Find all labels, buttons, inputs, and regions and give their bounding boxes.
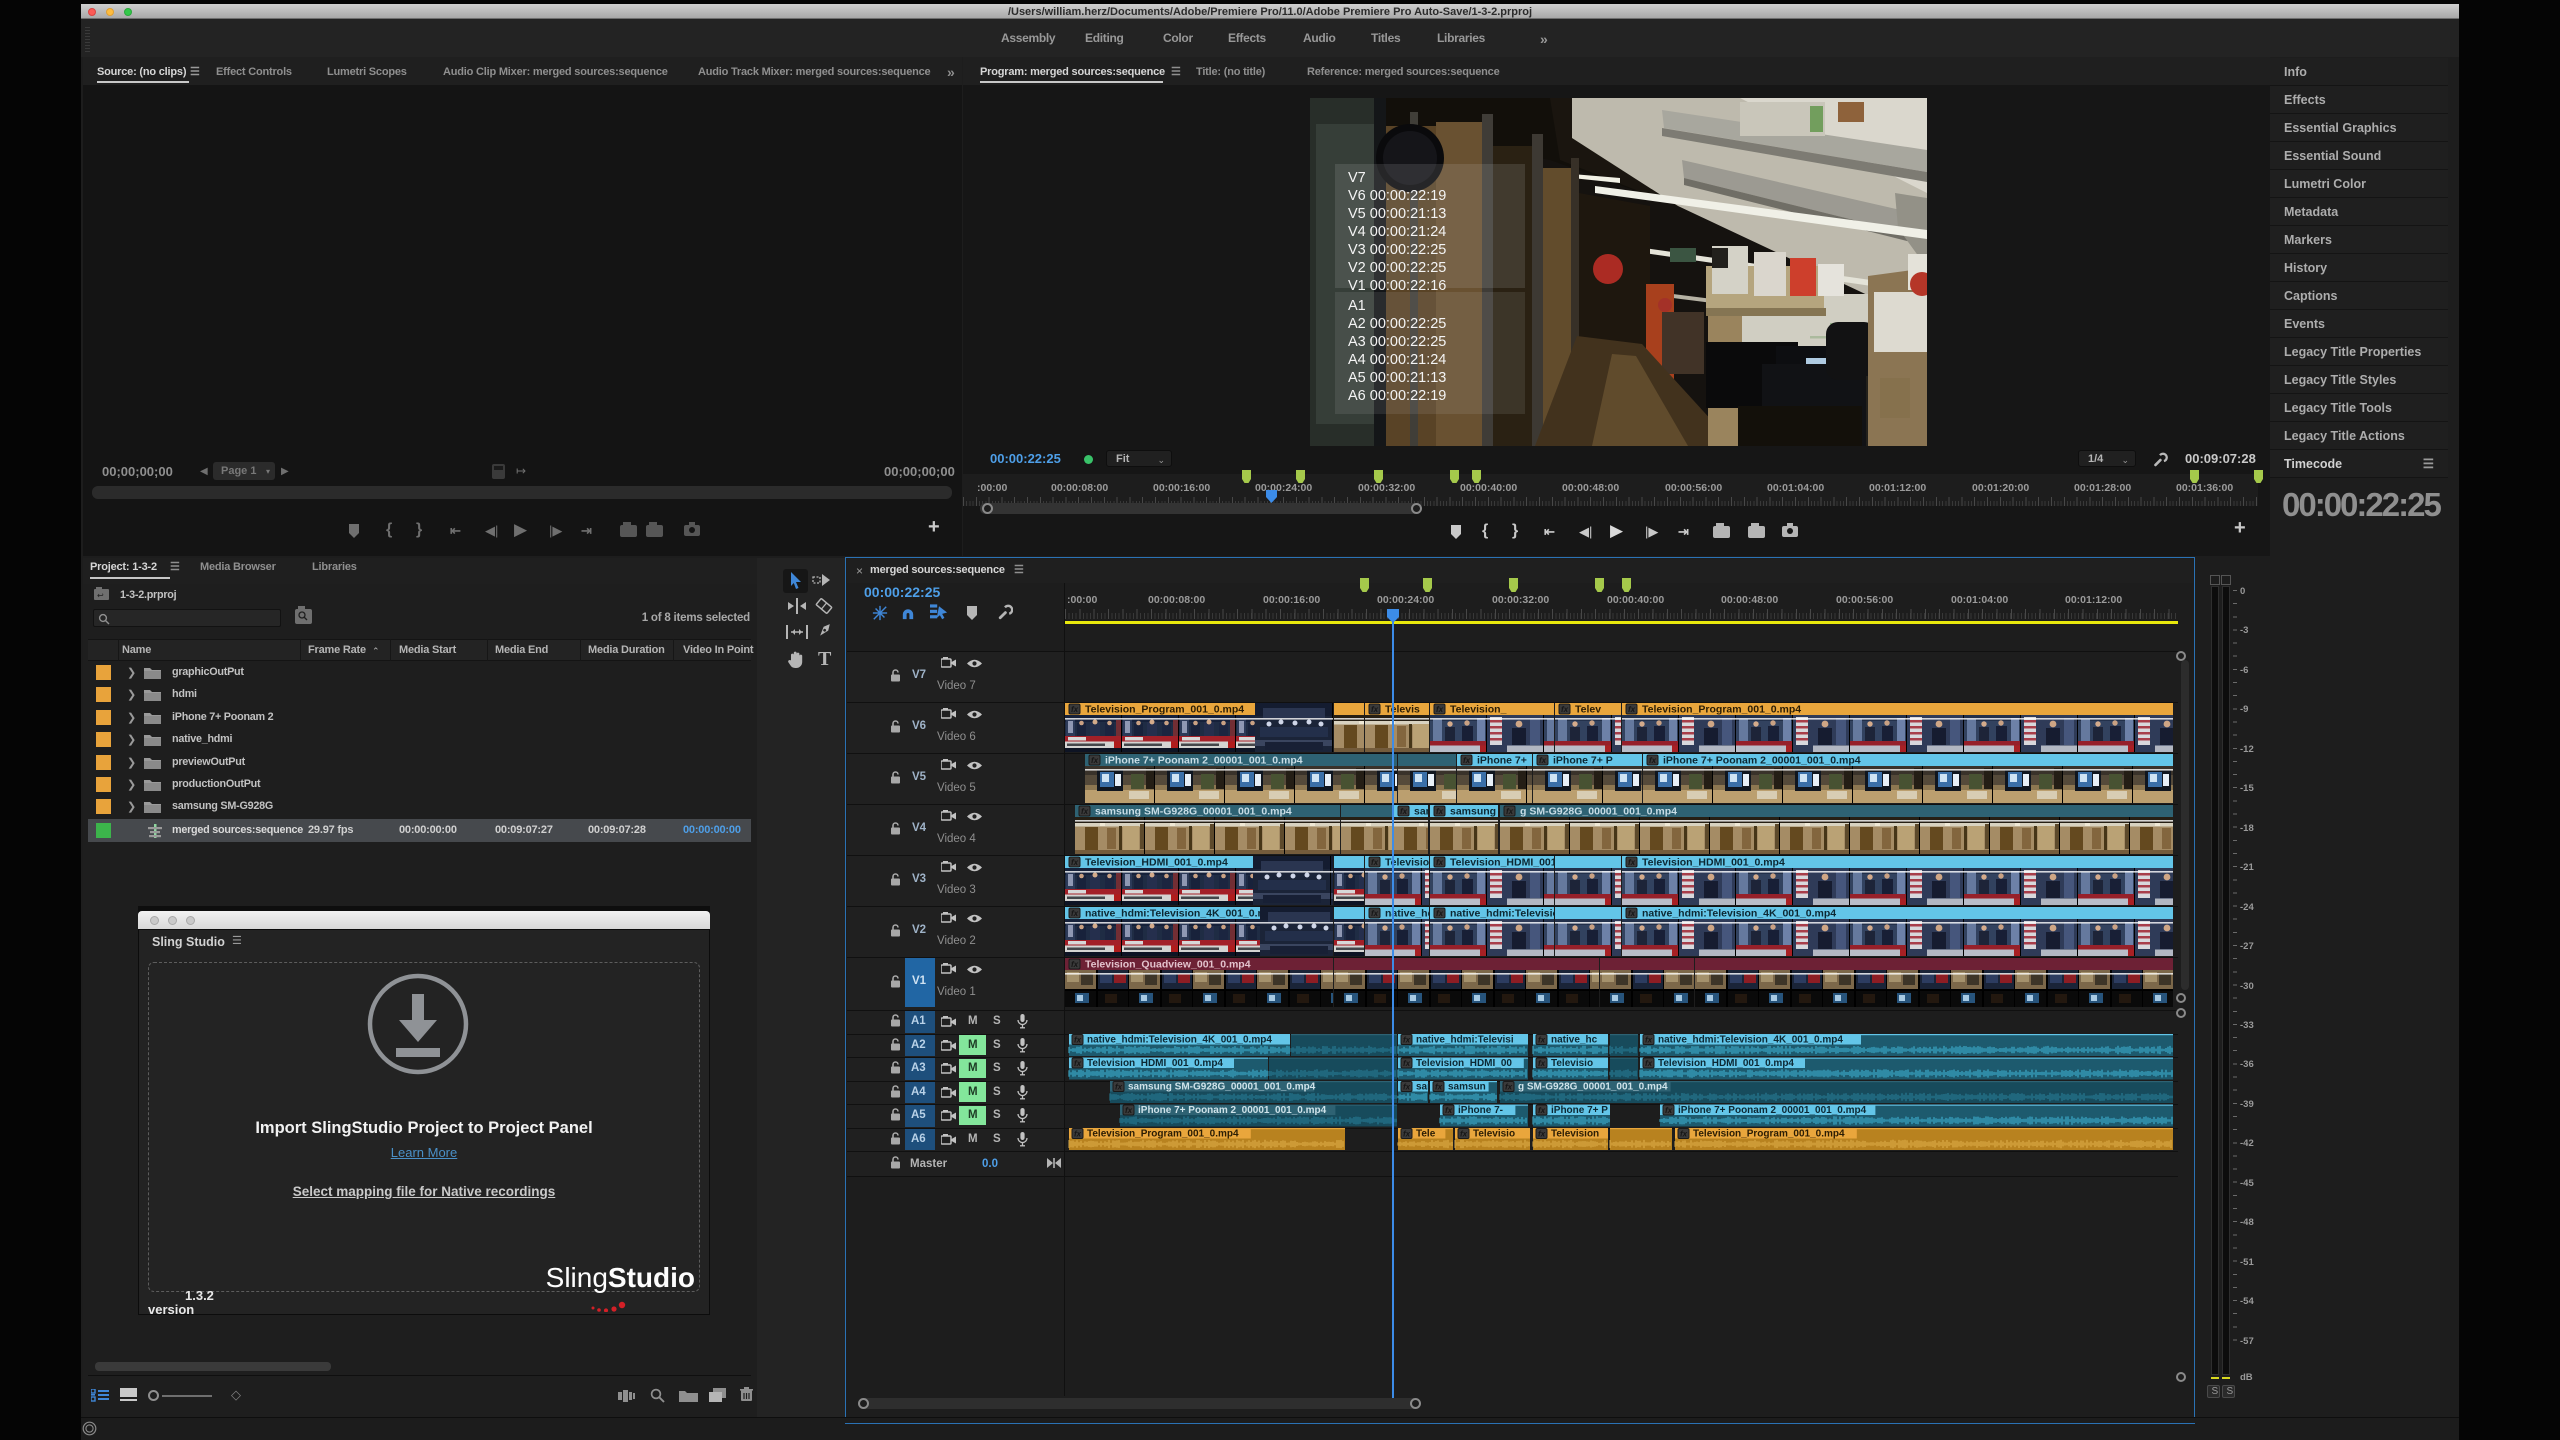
svg-text:Television_Program_001_0.mp4: Television_Program_001_0.mp4 [1642,704,1801,716]
svg-text:fx: fx [1538,1130,1546,1139]
svg-text:fx: fx [1125,1106,1133,1115]
svg-text:fx: fx [1074,1059,1082,1068]
svg-text:fx: fx [1463,756,1471,765]
svg-text:fx: fx [1628,705,1636,714]
svg-text:fx: fx [1403,1036,1411,1045]
svg-text:Television_HDMI_001_0.mp4: Television_HDMI_001_0.mp4 [1085,857,1228,869]
svg-text:native_hdmi:Television_4K_001_: native_hdmi:Television_4K_001_0.mp4 [1658,1035,1843,1046]
svg-text:V3 00:00:22:25: V3 00:00:22:25 [1348,242,1446,258]
svg-text:native_hdmi:Television_4K_001_: native_hdmi:Television_4K_001_0.mp4 [1087,1035,1272,1046]
svg-text:samsung SM-G928G_00001_001_0.m: samsung SM-G928G_00001_001_0.mp4 [1095,806,1292,818]
svg-text:iPhone 7+ Poonam 2_00001_001_0: iPhone 7+ Poonam 2_00001_001_0.mp4 [1678,1105,1867,1116]
svg-text:native_hdmi:Television_4K_001_: native_hdmi:Television_4K_001_0.mp4 [1085,908,1279,920]
svg-text:iPhone 7+ P: iPhone 7+ P [1553,755,1613,767]
svg-text:fx: fx [1400,807,1408,816]
svg-text:iPhone 7+ Poonam 2_00001_001_0: iPhone 7+ Poonam 2_00001_001_0.mp4 [1105,755,1303,767]
svg-text:Telev: Telev [1575,704,1601,716]
svg-text:fx: fx [1371,909,1379,918]
svg-text:A4 00:00:21:24: A4 00:00:21:24 [1348,352,1446,368]
svg-text:fx: fx [1071,705,1079,714]
svg-text:fx: fx [1071,960,1079,969]
svg-text:iPhone 7+ P: iPhone 7+ P [1551,1105,1608,1116]
svg-text:iPhone 7+ Poonam 2_00001_001_0: iPhone 7+ Poonam 2_00001_001_0.mp4 [1138,1105,1327,1116]
svg-text:fx: fx [1538,1059,1546,1068]
svg-text:fx: fx [1074,1130,1082,1139]
svg-text:fx: fx [1403,1130,1411,1139]
svg-text:fx: fx [1371,705,1379,714]
svg-text:fx: fx [1505,1083,1513,1092]
svg-text:fx: fx [1460,1130,1468,1139]
svg-text:iPhone 7+ Poonam 2_00001_001_0: iPhone 7+ Poonam 2_00001_001_0.mp4 [1663,755,1861,767]
svg-text:A3 00:00:22:25: A3 00:00:22:25 [1348,334,1446,350]
svg-text:Television_Program_001_0.mp4: Television_Program_001_0.mp4 [1085,704,1244,716]
svg-text:fx: fx [1539,756,1547,765]
svg-text:V6 00:00:22:19: V6 00:00:22:19 [1348,188,1446,204]
svg-text:fx: fx [1081,807,1089,816]
svg-text:A2 00:00:22:25: A2 00:00:22:25 [1348,316,1446,332]
svg-text:Television_HDMI_001_0.mp4: Television_HDMI_001_0.mp4 [1642,857,1785,869]
svg-text:fx: fx [1074,1036,1082,1045]
svg-text:V5 00:00:21:13: V5 00:00:21:13 [1348,206,1446,222]
svg-text:V1 00:00:22:16: V1 00:00:22:16 [1348,278,1446,294]
svg-text:native_hdmi:Television: native_hdmi:Television [1450,908,1565,920]
svg-text:Television_HDMI_001: Television_HDMI_001 [1450,857,1557,869]
svg-text:Television: Television [1551,1129,1599,1140]
svg-text:samsung: samsung [1450,806,1496,818]
svg-text:Televisio: Televisio [1551,1058,1593,1069]
svg-text:fx: fx [1436,705,1444,714]
svg-text:fx: fx [1436,858,1444,867]
svg-text:g SM-G928G_00001_001_0.mp4: g SM-G928G_00001_001_0.mp4 [1518,1082,1668,1093]
svg-text:fx: fx [1628,858,1636,867]
svg-text:iPhone 7+: iPhone 7+ [1477,755,1527,767]
svg-text:fx: fx [1436,807,1444,816]
svg-text:Tele: Tele [1416,1129,1436,1140]
svg-text:fx: fx [1649,756,1657,765]
svg-text:fx: fx [1071,858,1079,867]
svg-text:V2 00:00:22:25: V2 00:00:22:25 [1348,260,1446,276]
svg-text:A1: A1 [1348,298,1366,314]
svg-text:fx: fx [1091,756,1099,765]
svg-text:V7: V7 [1348,170,1366,186]
svg-text:fx: fx [1445,1106,1453,1115]
svg-text:A5 00:00:21:13: A5 00:00:21:13 [1348,370,1446,386]
svg-text:A6 00:00:22:19: A6 00:00:22:19 [1348,388,1446,404]
svg-text:fx: fx [1371,858,1379,867]
svg-text:fx: fx [1436,909,1444,918]
svg-text:fx: fx [1071,909,1079,918]
svg-text:Television_: Television_ [1450,704,1507,716]
svg-text:fx: fx [1665,1106,1673,1115]
svg-text:fx: fx [1645,1036,1653,1045]
svg-text:samsung SM-G928G_00001_001_0.m: samsung SM-G928G_00001_001_0.mp4 [1128,1082,1316,1093]
svg-text:fx: fx [1561,705,1569,714]
svg-text:Television_HDMI_001_0.mp4: Television_HDMI_001_0.mp4 [1087,1058,1223,1069]
svg-text:iPhone 7-: iPhone 7- [1458,1105,1503,1116]
svg-text:fx: fx [1506,807,1514,816]
svg-text:Television_Program_001_0.mp4: Television_Program_001_0.mp4 [1693,1129,1845,1140]
svg-text:Televisio: Televisio [1473,1129,1515,1140]
svg-text:g SM-G928G_00001_001_0.mp4: g SM-G928G_00001_001_0.mp4 [1520,806,1677,818]
svg-text:native_hc: native_hc [1551,1035,1598,1046]
svg-text:V4 00:00:21:24: V4 00:00:21:24 [1348,224,1446,240]
svg-text:Television_HDMI_001_0.mp4: Television_HDMI_001_0.mp4 [1658,1058,1794,1069]
svg-text:native_hdmi:Television_4K_001_: native_hdmi:Television_4K_001_0.mp4 [1642,908,1836,920]
svg-text:fx: fx [1538,1106,1546,1115]
svg-text:Television_Program_001_0.mp4: Television_Program_001_0.mp4 [1087,1129,1239,1140]
svg-text:samsun: samsun [1448,1082,1486,1093]
svg-text:fx: fx [1403,1083,1411,1092]
svg-text:Television_HDMI_00: Television_HDMI_00 [1416,1058,1512,1069]
svg-text:Televis: Televis [1385,704,1420,716]
svg-text:Television_Quadview_001_0.mp4: Television_Quadview_001_0.mp4 [1085,959,1251,971]
svg-text:fx: fx [1403,1059,1411,1068]
svg-text:fx: fx [1628,909,1636,918]
svg-text:fx: fx [1645,1059,1653,1068]
svg-text:fx: fx [1435,1083,1443,1092]
svg-text:fx: fx [1538,1036,1546,1045]
svg-text:fx: fx [1680,1130,1688,1139]
svg-text:native_hdmi:Televisi: native_hdmi:Televisi [1416,1035,1514,1046]
svg-text:fx: fx [1115,1083,1123,1092]
